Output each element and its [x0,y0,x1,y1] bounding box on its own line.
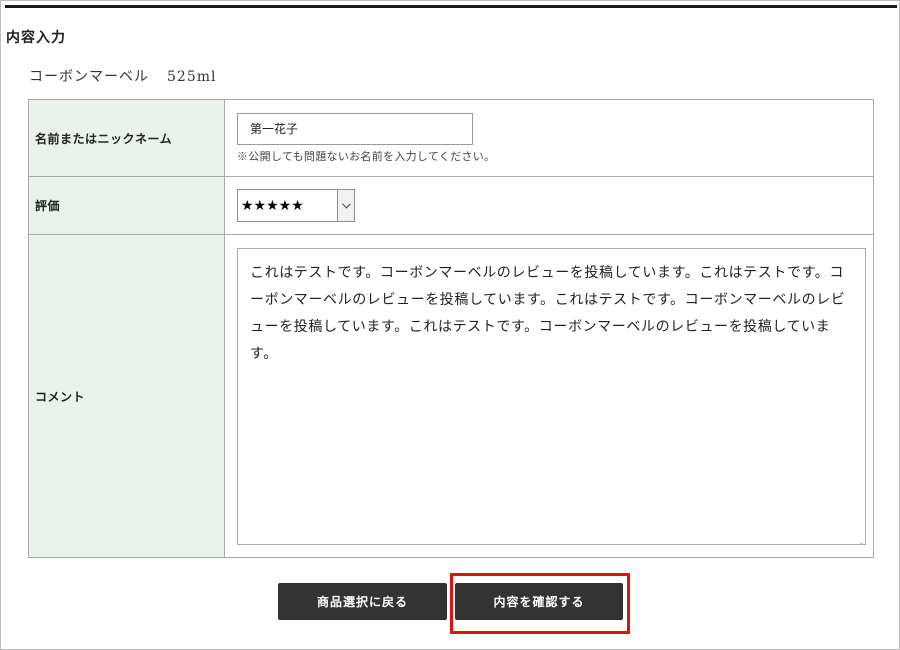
product-heading: コーボンマーベル 525ml [29,66,216,86]
resize-handle-icon[interactable] [854,533,863,544]
name-note: ※公開しても問題ないお名前を入力してください。 [237,149,496,163]
review-form-table: 名前またはニックネーム ※公開しても問題ないお名前を入力してください。 評価 ★… [28,99,874,558]
rating-field-cell: ★★★★★ [224,176,874,235]
rating-label: 評価 [28,176,225,235]
rating-select[interactable]: ★★★★★ [237,189,355,222]
section-title: 内容入力 [6,30,66,46]
name-field-cell: ※公開しても問題ないお名前を入力してください。 [224,99,874,177]
chevron-down-icon[interactable] [337,190,354,221]
name-input[interactable] [237,112,473,145]
product-name: コーボンマーベル [29,69,149,85]
comment-row: コメント これはテストです。コーボンマーベルのレビューを投稿しています。これはテ… [28,234,874,558]
back-to-product-button[interactable]: 商品選択に戻る [278,583,447,620]
rating-row: 評価 ★★★★★ [28,176,874,235]
comment-field-cell: これはテストです。コーボンマーベルのレビューを投稿しています。これはテストです。… [224,234,874,558]
top-divider [5,5,897,8]
page-frame: 内容入力 コーボンマーベル 525ml 名前またはニックネーム ※公開しても問題な… [0,0,900,650]
confirm-highlight-box [450,573,630,634]
rating-selected-value: ★★★★★ [241,197,304,214]
product-volume: 525ml [167,69,217,85]
comment-text: これはテストです。コーボンマーベルのレビューを投稿しています。これはテストです。… [250,264,846,362]
name-row: 名前またはニックネーム ※公開しても問題ないお名前を入力してください。 [28,99,874,177]
comment-label: コメント [28,234,225,558]
name-label: 名前またはニックネーム [28,99,225,177]
comment-textarea[interactable]: これはテストです。コーボンマーベルのレビューを投稿しています。これはテストです。… [237,247,866,545]
